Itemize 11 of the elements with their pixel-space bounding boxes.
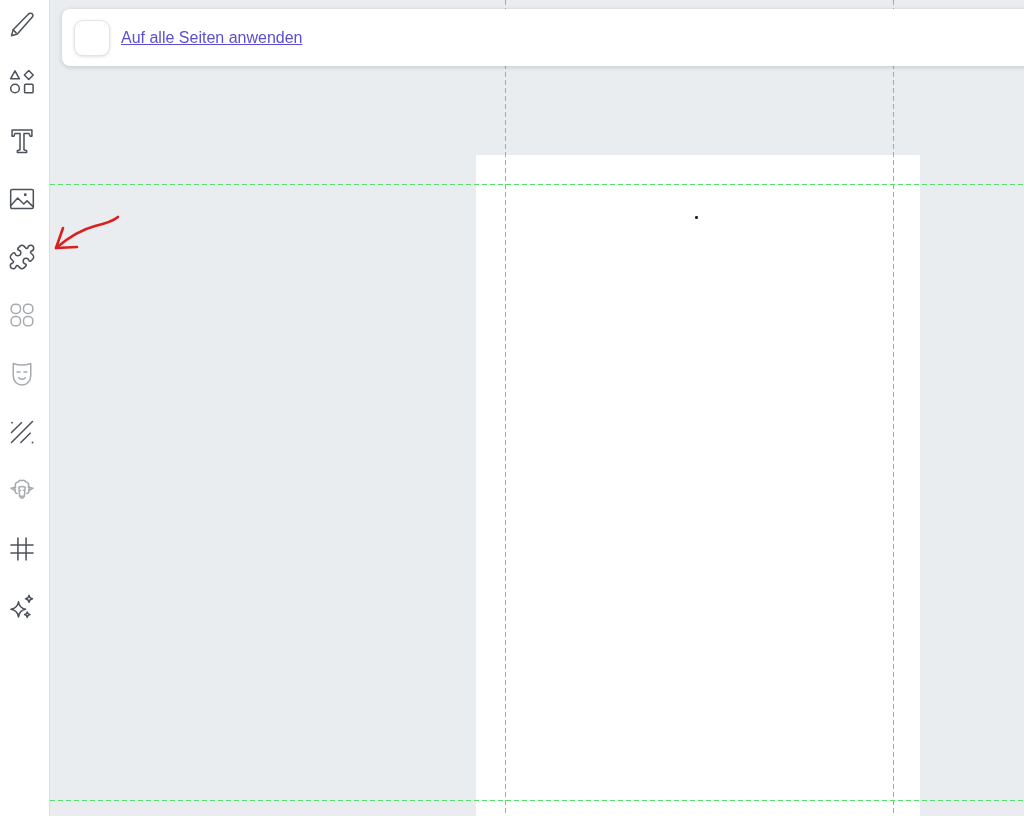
sparkles-icon — [8, 592, 36, 621]
apply-to-all-checkbox[interactable] — [74, 19, 110, 56]
dot-icon — [695, 216, 698, 219]
hash-grid-icon — [8, 534, 36, 563]
pencil-icon — [8, 10, 36, 38]
text-tool-icon — [8, 126, 36, 155]
shapes-icon — [8, 68, 36, 97]
four-circles-icon — [8, 301, 36, 330]
annotation-arrow — [52, 215, 122, 251]
puzzle-icon — [8, 243, 36, 272]
apply-to-all-link[interactable]: Auf alle Seiten anwenden — [121, 28, 303, 47]
